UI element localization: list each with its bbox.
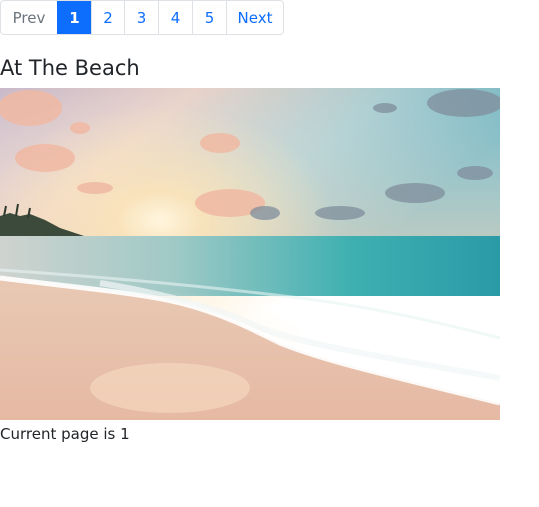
prev-button[interactable]: Prev [1, 1, 57, 34]
beach-photo [0, 88, 500, 420]
next-button[interactable]: Next [226, 1, 283, 34]
current-page-text: Current page is 1 [0, 425, 130, 443]
pagination: Prev 1 2 3 4 5 Next [0, 0, 284, 35]
page-1-button[interactable]: 1 [57, 1, 91, 34]
page-5-button[interactable]: 5 [192, 1, 226, 34]
page-4-button[interactable]: 4 [158, 1, 192, 34]
photo-title: At The Beach [0, 56, 140, 80]
page-3-button[interactable]: 3 [124, 1, 158, 34]
page-2-button[interactable]: 2 [91, 1, 124, 34]
